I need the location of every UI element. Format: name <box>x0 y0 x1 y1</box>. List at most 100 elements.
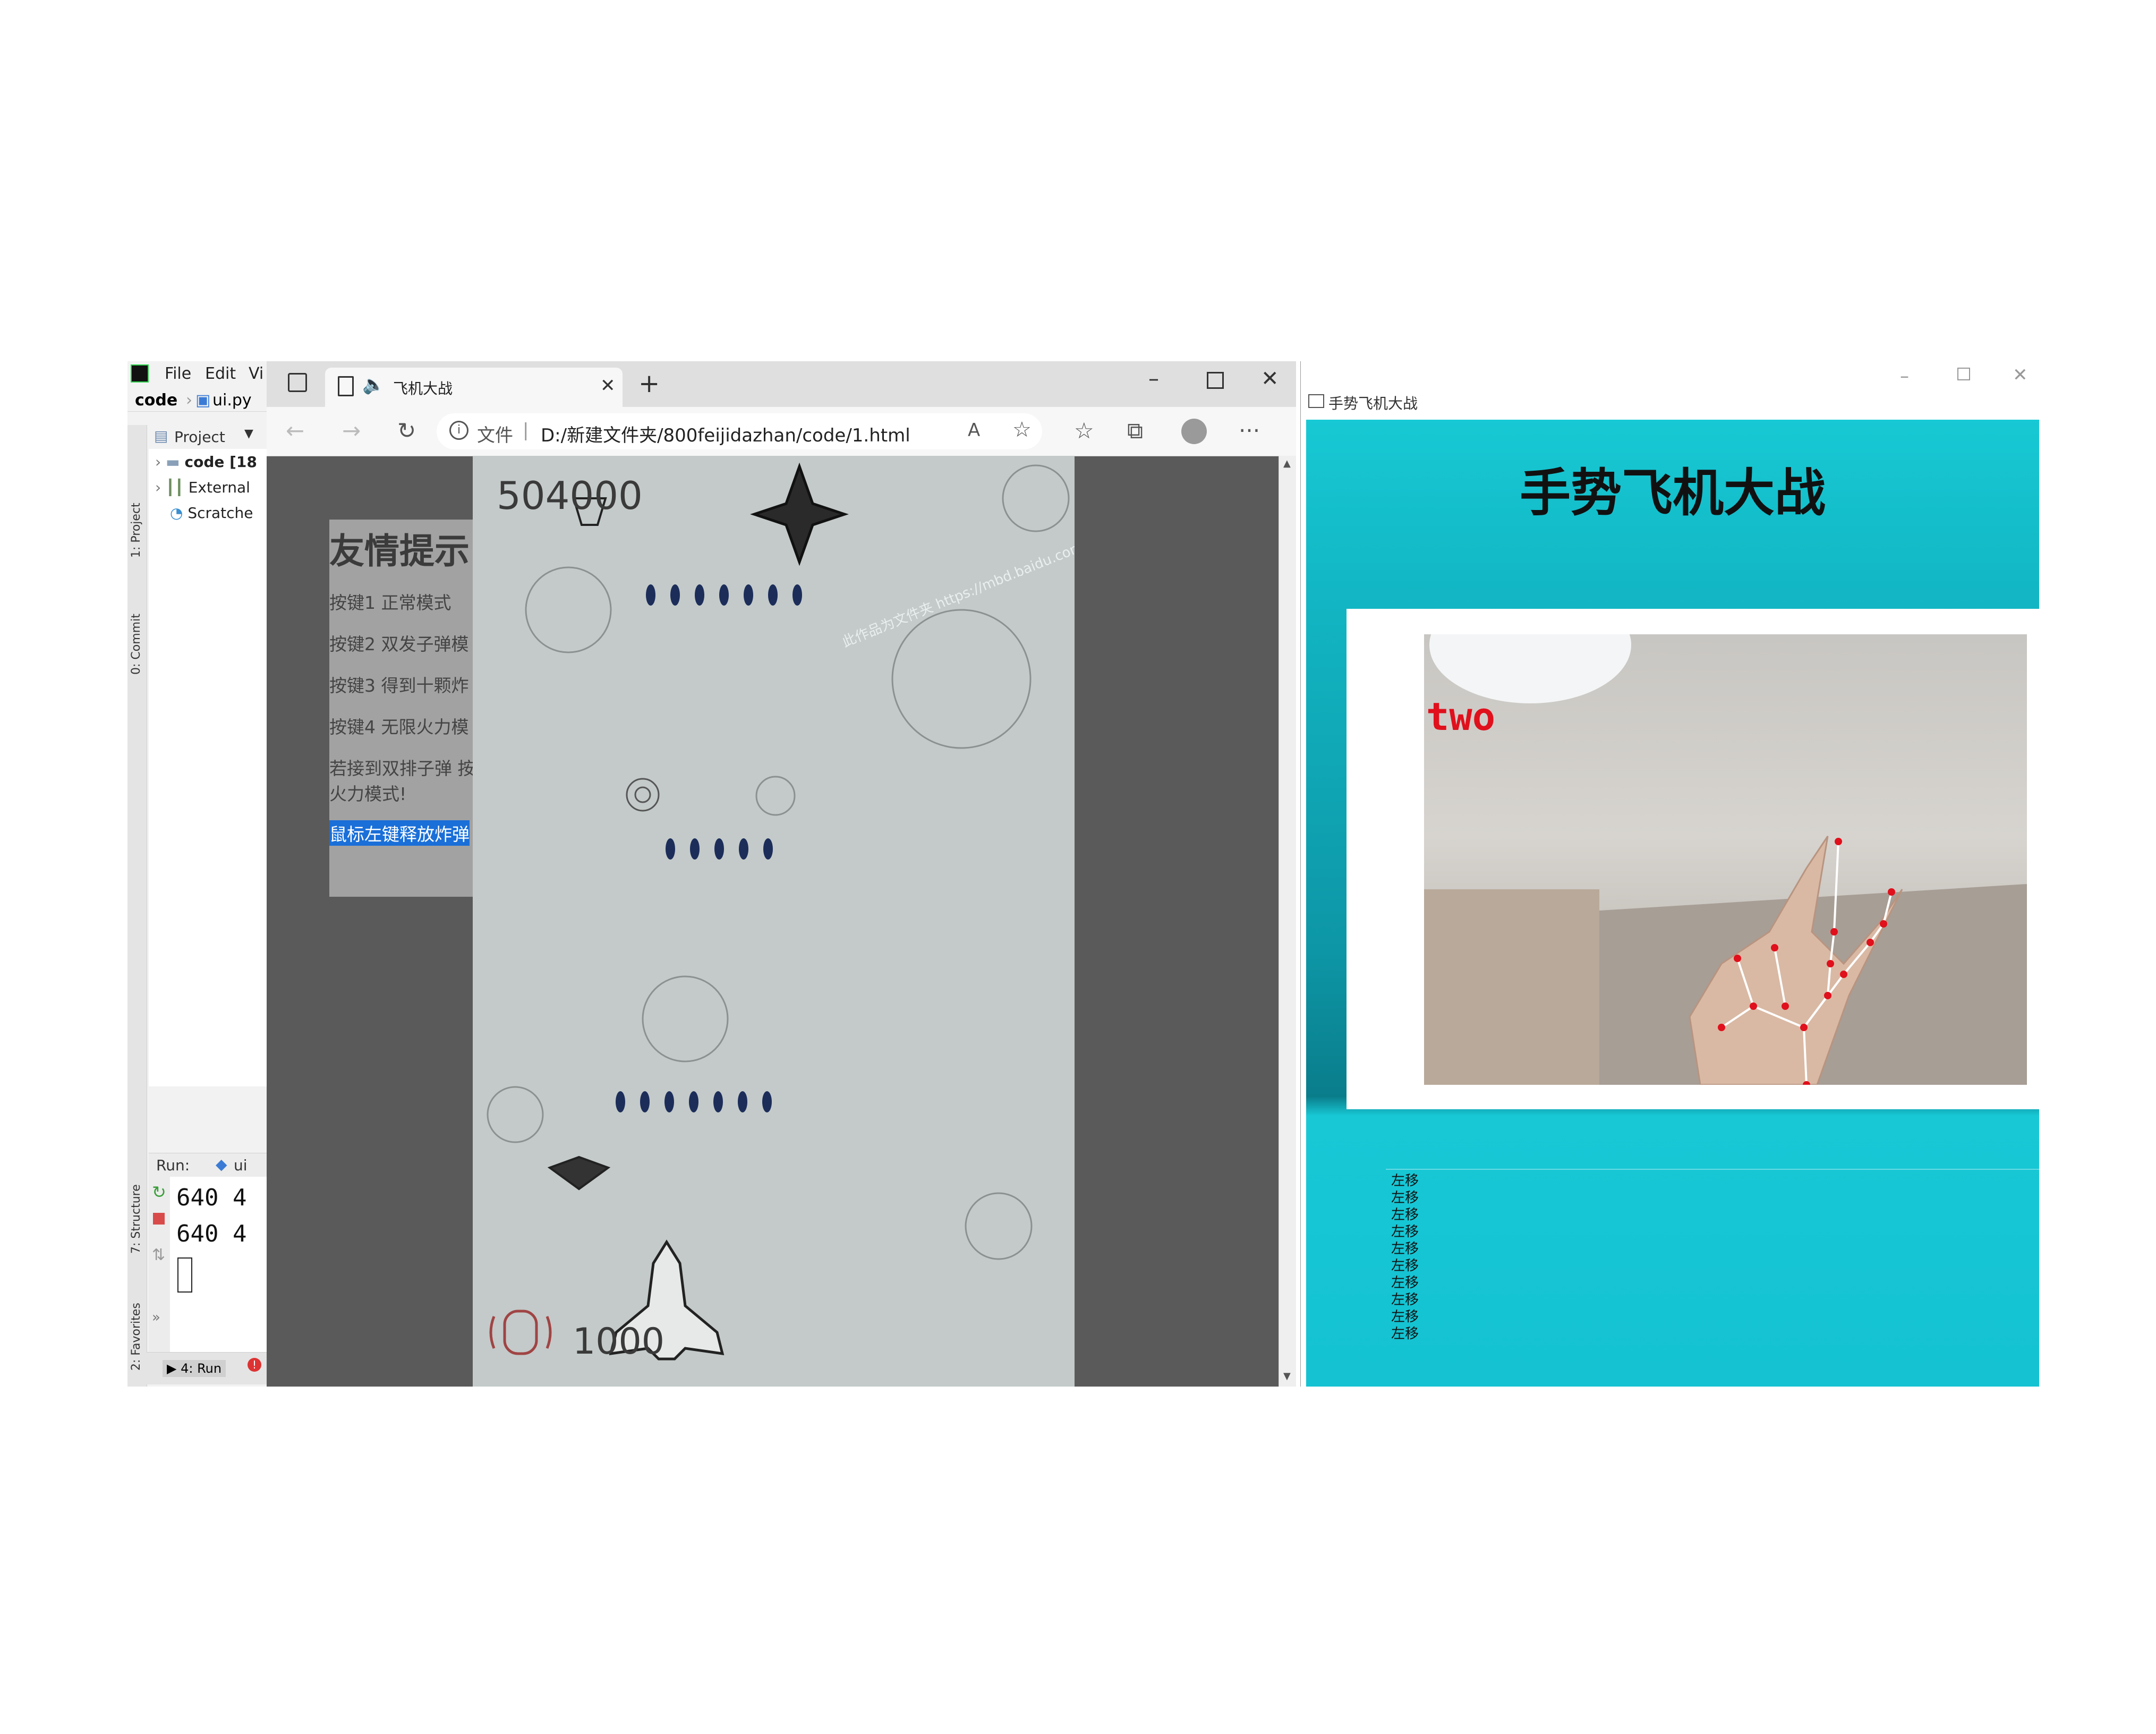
more-icon[interactable]: » <box>152 1310 160 1325</box>
breadcrumb-project[interactable]: code <box>135 391 177 410</box>
vertical-scrollbar[interactable]: ▲ ▼ <box>1279 456 1296 1387</box>
close-tab-icon[interactable]: ✕ <box>600 375 616 396</box>
asteroid <box>965 1192 1033 1260</box>
python-icon: ◆ <box>216 1155 227 1173</box>
scratch-icon: ◔ <box>170 504 183 522</box>
tab-commit[interactable]: 0: Commit <box>130 614 143 675</box>
score-display: 504000 <box>497 473 643 518</box>
camera-frame: two <box>1347 609 2039 1109</box>
favorites-icon[interactable]: ☆ <box>1074 418 1094 444</box>
tab-project[interactable]: 1: Project <box>130 503 143 558</box>
gesture-log: 左移 左移 左移 左移 左移 左移 左移 左移 左移 左移 <box>1386 1169 2039 1345</box>
breadcrumb-file[interactable]: ui.py <box>212 391 252 410</box>
browser-tab-bar: 🔈 飞机大战 ✕ + – ✕ <box>267 361 1296 407</box>
tab-title: 飞机大战 <box>393 380 453 397</box>
run-console[interactable]: 640 4 640 4 <box>170 1177 267 1352</box>
read-aloud-icon[interactable]: A <box>968 420 980 441</box>
page-icon <box>338 376 354 396</box>
tree-item-external[interactable]: › ┃┃ External <box>155 479 250 496</box>
speaker-icon[interactable]: 🔈 <box>362 374 385 395</box>
more-menu-icon[interactable]: ··· <box>1239 418 1260 444</box>
address-divider: | <box>523 420 529 441</box>
tip-line: 按键1 正常模式 <box>329 592 451 613</box>
run-tool-tab[interactable]: ▶ 4: Run <box>163 1360 226 1377</box>
ide-window: File Edit Vi code › ▣ ui.py 1: Project 0… <box>127 361 267 1387</box>
ide-menubar: File Edit Vi <box>127 361 267 385</box>
asteroid <box>1002 464 1070 532</box>
menu-edit[interactable]: Edit <box>205 364 236 383</box>
folder-icon: ▬ <box>166 453 180 471</box>
address-prefix: 文件 <box>477 425 513 446</box>
back-icon[interactable]: ← <box>286 418 304 444</box>
address-bar[interactable]: i 文件 | D:/新建文件夹/800feijidazhan/code/1.ht… <box>437 413 1042 449</box>
info-icon[interactable]: i <box>449 421 468 440</box>
enemy-plane-large <box>750 462 849 566</box>
tip-line: 若接到双排子弹 按 <box>329 758 473 779</box>
tips-title: 友情提示 <box>329 531 470 572</box>
browser-toolbar: ← → ↻ i 文件 | D:/新建文件夹/800feijidazhan/cod… <box>267 407 1296 456</box>
console-cursor <box>177 1257 192 1293</box>
tab-actions-icon[interactable] <box>288 373 307 392</box>
minimize-icon[interactable]: – <box>1148 367 1159 391</box>
console-line: 640 4 <box>176 1220 247 1247</box>
browser-window: 🔈 飞机大战 ✕ + – ✕ ← → ↻ i 文件 | D:/新建文件夹/800… <box>267 361 1296 1387</box>
close-window-icon[interactable]: ✕ <box>1261 367 1279 391</box>
ide-logo-icon <box>131 364 149 382</box>
tip-highlight: 鼠标左键释放炸弹 <box>329 820 470 846</box>
wardrobe <box>1424 889 1599 1085</box>
hp-display: 1000 <box>573 1321 664 1363</box>
run-panel-header: Run: ◆ ui <box>149 1153 267 1177</box>
project-panel-header[interactable]: ▤ Project ▼ <box>149 425 267 448</box>
chevron-down-icon[interactable]: ▼ <box>244 427 253 440</box>
bullet-row <box>616 1091 772 1112</box>
minimize-icon[interactable]: – <box>1900 366 1909 387</box>
error-icon[interactable]: ! <box>248 1358 261 1372</box>
sort-icon[interactable]: ⇅ <box>152 1246 165 1264</box>
run-config-tab[interactable]: ui <box>234 1157 248 1174</box>
ide-tool-strip: 1: Project 0: Commit 7: Structure 2: Fav… <box>127 425 147 1387</box>
app-body: 手势飞机大战 two 左移 左移 左移 左移 左移 左移 左移 左移 左移 左移 <box>1306 420 2039 1387</box>
python-file-icon: ▣ <box>195 391 211 410</box>
tree-item-code[interactable]: › ▬ code [18 <box>155 453 257 471</box>
browser-tab[interactable]: 🔈 飞机大战 ✕ <box>325 368 623 407</box>
tree-item-label: Scratche <box>188 504 253 522</box>
maximize-icon[interactable] <box>1207 372 1224 389</box>
reload-icon[interactable]: ↻ <box>397 418 416 444</box>
game-canvas[interactable]: 此作品为文件夹 https://mbd.baidu.com/… bd.6pen.… <box>473 456 1075 1387</box>
asteroid <box>891 609 1032 749</box>
forward-icon[interactable]: → <box>342 418 361 444</box>
close-window-icon[interactable]: ✕ <box>2013 364 2028 386</box>
console-line: 640 4 <box>176 1184 247 1211</box>
scroll-down-icon[interactable]: ▼ <box>1283 1371 1291 1382</box>
tree-item-label: External <box>188 479 250 496</box>
gesture-app-window: – ✕ 手势飞机大战 手势飞机大战 two 左移 左移 左移 左移 左移 左移 … <box>1300 361 2044 1387</box>
scroll-up-icon[interactable]: ▲ <box>1283 458 1291 469</box>
gesture-label: two <box>1426 694 1495 739</box>
profile-avatar[interactable] <box>1181 419 1207 444</box>
tip-line: 按键2 双发子弹模 <box>329 634 469 654</box>
new-tab-icon[interactable]: + <box>638 369 660 398</box>
tab-structure[interactable]: 7: Structure <box>130 1184 143 1254</box>
restore-icon[interactable] <box>1957 368 1970 380</box>
ceiling-lamp <box>1429 634 1631 703</box>
add-favorite-icon[interactable]: ☆ <box>1012 418 1032 442</box>
app-heading: 手势飞机大战 <box>1520 463 1826 523</box>
asteroid <box>487 1086 544 1143</box>
game-scene: 此作品为文件夹 https://mbd.baidu.com/… bd.6pen.… <box>487 460 1075 1363</box>
run-label: Run: <box>156 1157 190 1174</box>
tips-panel: 友情提示 按键1 正常模式 按键2 双发子弹模 按键3 得到十颗炸 按键4 无限… <box>329 520 473 897</box>
tab-favorites[interactable]: 2: Favorites <box>130 1303 143 1371</box>
tree-item-scratches[interactable]: ◔ Scratche <box>170 504 253 522</box>
camera-scene: two <box>1424 634 2027 1085</box>
project-label: Project <box>174 428 225 446</box>
rerun-icon[interactable]: ↻ <box>152 1182 166 1202</box>
asteroid <box>642 975 729 1062</box>
menu-view[interactable]: Vi <box>249 364 263 383</box>
collections-icon[interactable]: ⧉ <box>1127 418 1143 444</box>
stop-icon[interactable] <box>153 1213 165 1225</box>
explosion-sprite <box>626 778 660 812</box>
tip-line: 按键3 得到十颗炸 <box>329 675 469 696</box>
camera-feed: two <box>1424 634 2027 1085</box>
menu-file[interactable]: File <box>165 364 191 383</box>
app-window-icon <box>1308 394 1324 408</box>
